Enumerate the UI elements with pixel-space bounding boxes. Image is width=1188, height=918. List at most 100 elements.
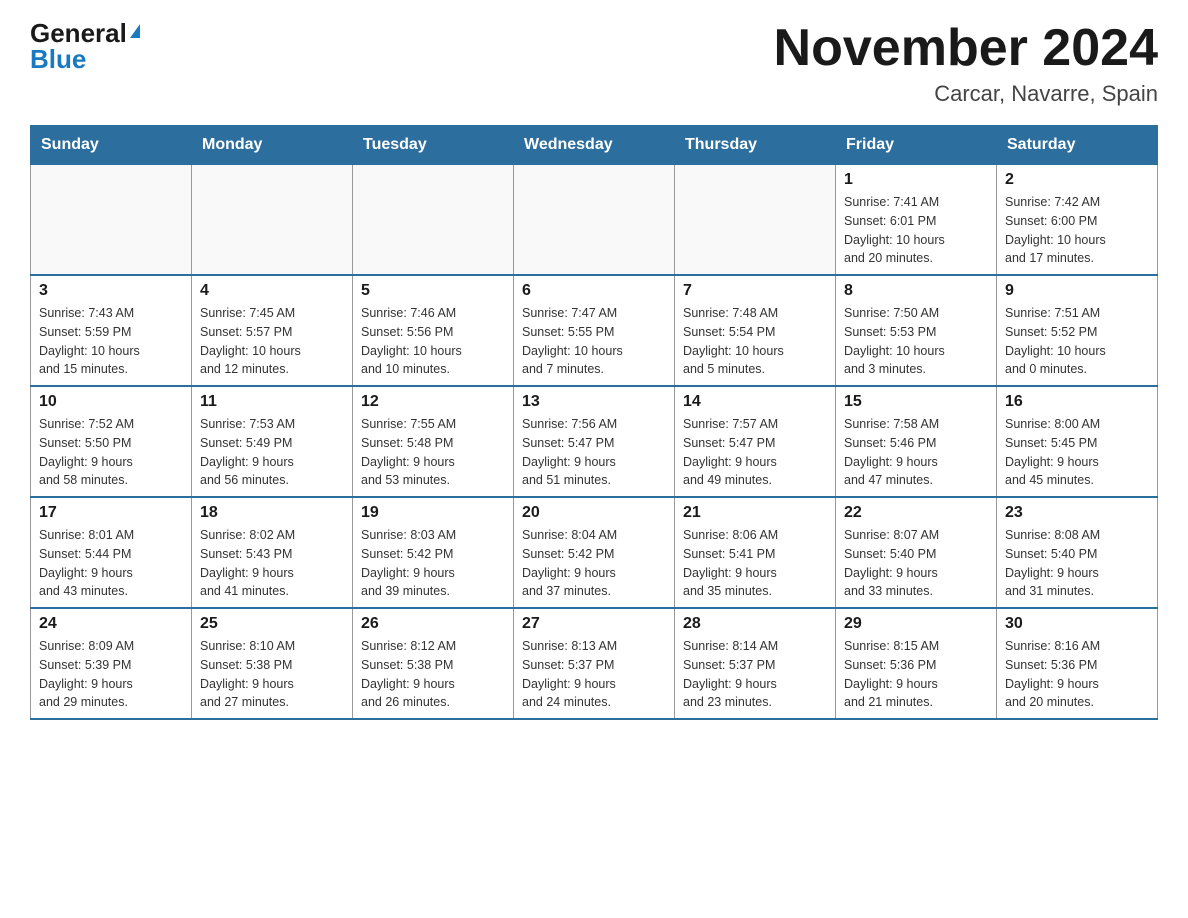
day-number: 29 [844, 615, 988, 633]
day-info: Sunrise: 7:52 AM Sunset: 5:50 PM Dayligh… [39, 415, 183, 490]
calendar-header-saturday: Saturday [997, 126, 1158, 165]
day-number: 5 [361, 282, 505, 300]
calendar-table: SundayMondayTuesdayWednesdayThursdayFrid… [30, 125, 1158, 720]
day-info: Sunrise: 7:46 AM Sunset: 5:56 PM Dayligh… [361, 304, 505, 379]
day-number: 22 [844, 504, 988, 522]
calendar-week-5: 24 Sunrise: 8:09 AM Sunset: 5:39 PM Dayli… [31, 608, 1158, 719]
calendar-cell: 20 Sunrise: 8:04 AM Sunset: 5:42 PM Dayli… [514, 497, 675, 608]
calendar-header-friday: Friday [836, 126, 997, 165]
day-number: 14 [683, 393, 827, 411]
calendar-cell: 16Sunrise: 8:00 AM Sunset: 5:45 PM Dayli… [997, 386, 1158, 497]
day-info: Sunrise: 7:58 AM Sunset: 5:46 PM Dayligh… [844, 415, 988, 490]
calendar-cell: 15 Sunrise: 7:58 AM Sunset: 5:46 PM Dayli… [836, 386, 997, 497]
calendar-cell: 3Sunrise: 7:43 AM Sunset: 5:59 PM Daylig… [31, 275, 192, 386]
calendar-cell: 14Sunrise: 7:57 AM Sunset: 5:47 PM Dayli… [675, 386, 836, 497]
calendar-cell: 1 Sunrise: 7:41 AM Sunset: 6:01 PM Daylig… [836, 165, 997, 276]
calendar-cell: 2Sunrise: 7:42 AM Sunset: 6:00 PM Daylig… [997, 165, 1158, 276]
day-number: 10 [39, 393, 183, 411]
day-info: Sunrise: 8:13 AM Sunset: 5:37 PM Dayligh… [522, 637, 666, 712]
day-number: 20 [522, 504, 666, 522]
day-number: 15 [844, 393, 988, 411]
calendar-cell: 5 Sunrise: 7:46 AM Sunset: 5:56 PM Daylig… [353, 275, 514, 386]
calendar-cell: 24 Sunrise: 8:09 AM Sunset: 5:39 PM Dayli… [31, 608, 192, 719]
day-number: 12 [361, 393, 505, 411]
day-info: Sunrise: 7:41 AM Sunset: 6:01 PM Dayligh… [844, 193, 988, 268]
calendar-cell: 30 Sunrise: 8:16 AM Sunset: 5:36 PM Dayli… [997, 608, 1158, 719]
calendar-week-1: 1 Sunrise: 7:41 AM Sunset: 6:01 PM Daylig… [31, 165, 1158, 276]
day-info: Sunrise: 8:06 AM Sunset: 5:41 PM Dayligh… [683, 526, 827, 601]
calendar-cell: 22 Sunrise: 8:07 AM Sunset: 5:40 PM Dayli… [836, 497, 997, 608]
calendar-header-wednesday: Wednesday [514, 126, 675, 165]
calendar-cell: 4Sunrise: 7:45 AM Sunset: 5:57 PM Daylig… [192, 275, 353, 386]
day-number: 26 [361, 615, 505, 633]
day-info: Sunrise: 8:10 AM Sunset: 5:38 PM Dayligh… [200, 637, 344, 712]
day-info: Sunrise: 8:04 AM Sunset: 5:42 PM Dayligh… [522, 526, 666, 601]
day-info: Sunrise: 7:48 AM Sunset: 5:54 PM Dayligh… [683, 304, 827, 379]
calendar-cell: 21Sunrise: 8:06 AM Sunset: 5:41 PM Dayli… [675, 497, 836, 608]
day-info: Sunrise: 8:14 AM Sunset: 5:37 PM Dayligh… [683, 637, 827, 712]
calendar-cell [31, 165, 192, 276]
day-number: 18 [200, 504, 344, 522]
day-info: Sunrise: 8:01 AM Sunset: 5:44 PM Dayligh… [39, 526, 183, 601]
calendar-week-2: 3Sunrise: 7:43 AM Sunset: 5:59 PM Daylig… [31, 275, 1158, 386]
calendar-cell [353, 165, 514, 276]
logo-blue-text: Blue [30, 46, 86, 72]
day-number: 25 [200, 615, 344, 633]
day-number: 13 [522, 393, 666, 411]
calendar-cell: 29 Sunrise: 8:15 AM Sunset: 5:36 PM Dayli… [836, 608, 997, 719]
calendar-header-row: SundayMondayTuesdayWednesdayThursdayFrid… [31, 126, 1158, 165]
day-info: Sunrise: 7:55 AM Sunset: 5:48 PM Dayligh… [361, 415, 505, 490]
day-info: Sunrise: 8:16 AM Sunset: 5:36 PM Dayligh… [1005, 637, 1149, 712]
day-info: Sunrise: 8:03 AM Sunset: 5:42 PM Dayligh… [361, 526, 505, 601]
page-header: General Blue November 2024 Carcar, Navar… [30, 20, 1158, 107]
calendar-cell [192, 165, 353, 276]
day-info: Sunrise: 8:09 AM Sunset: 5:39 PM Dayligh… [39, 637, 183, 712]
logo-general-text: General [30, 20, 127, 46]
calendar-week-3: 10 Sunrise: 7:52 AM Sunset: 5:50 PM Dayli… [31, 386, 1158, 497]
calendar-week-4: 17 Sunrise: 8:01 AM Sunset: 5:44 PM Dayli… [31, 497, 1158, 608]
day-number: 30 [1005, 615, 1149, 633]
day-number: 11 [200, 393, 344, 411]
calendar-cell: 12 Sunrise: 7:55 AM Sunset: 5:48 PM Dayli… [353, 386, 514, 497]
day-info: Sunrise: 7:47 AM Sunset: 5:55 PM Dayligh… [522, 304, 666, 379]
day-number: 23 [1005, 504, 1149, 522]
calendar-cell: 18Sunrise: 8:02 AM Sunset: 5:43 PM Dayli… [192, 497, 353, 608]
calendar-cell: 27 Sunrise: 8:13 AM Sunset: 5:37 PM Dayli… [514, 608, 675, 719]
day-number: 19 [361, 504, 505, 522]
logo: General Blue [30, 20, 140, 72]
day-info: Sunrise: 8:07 AM Sunset: 5:40 PM Dayligh… [844, 526, 988, 601]
calendar-subtitle: Carcar, Navarre, Spain [774, 81, 1158, 107]
day-info: Sunrise: 7:56 AM Sunset: 5:47 PM Dayligh… [522, 415, 666, 490]
calendar-cell: 10 Sunrise: 7:52 AM Sunset: 5:50 PM Dayli… [31, 386, 192, 497]
day-info: Sunrise: 8:15 AM Sunset: 5:36 PM Dayligh… [844, 637, 988, 712]
day-number: 27 [522, 615, 666, 633]
calendar-cell: 13 Sunrise: 7:56 AM Sunset: 5:47 PM Dayli… [514, 386, 675, 497]
day-info: Sunrise: 7:50 AM Sunset: 5:53 PM Dayligh… [844, 304, 988, 379]
day-number: 2 [1005, 171, 1149, 189]
day-info: Sunrise: 8:12 AM Sunset: 5:38 PM Dayligh… [361, 637, 505, 712]
day-number: 24 [39, 615, 183, 633]
day-number: 17 [39, 504, 183, 522]
logo-triangle-icon [130, 24, 140, 38]
calendar-cell: 7 Sunrise: 7:48 AM Sunset: 5:54 PM Daylig… [675, 275, 836, 386]
day-number: 1 [844, 171, 988, 189]
day-number: 16 [1005, 393, 1149, 411]
day-info: Sunrise: 7:45 AM Sunset: 5:57 PM Dayligh… [200, 304, 344, 379]
calendar-cell [675, 165, 836, 276]
day-info: Sunrise: 7:43 AM Sunset: 5:59 PM Dayligh… [39, 304, 183, 379]
calendar-cell: 9 Sunrise: 7:51 AM Sunset: 5:52 PM Daylig… [997, 275, 1158, 386]
calendar-cell: 11 Sunrise: 7:53 AM Sunset: 5:49 PM Dayli… [192, 386, 353, 497]
day-number: 28 [683, 615, 827, 633]
calendar-header-monday: Monday [192, 126, 353, 165]
calendar-title: November 2024 [774, 20, 1158, 77]
day-info: Sunrise: 7:51 AM Sunset: 5:52 PM Dayligh… [1005, 304, 1149, 379]
calendar-cell: 26 Sunrise: 8:12 AM Sunset: 5:38 PM Dayli… [353, 608, 514, 719]
day-info: Sunrise: 7:53 AM Sunset: 5:49 PM Dayligh… [200, 415, 344, 490]
calendar-cell: 25 Sunrise: 8:10 AM Sunset: 5:38 PM Dayli… [192, 608, 353, 719]
day-number: 9 [1005, 282, 1149, 300]
calendar-cell: 28 Sunrise: 8:14 AM Sunset: 5:37 PM Dayli… [675, 608, 836, 719]
calendar-cell: 17 Sunrise: 8:01 AM Sunset: 5:44 PM Dayli… [31, 497, 192, 608]
calendar-header-tuesday: Tuesday [353, 126, 514, 165]
day-info: Sunrise: 8:08 AM Sunset: 5:40 PM Dayligh… [1005, 526, 1149, 601]
day-number: 7 [683, 282, 827, 300]
